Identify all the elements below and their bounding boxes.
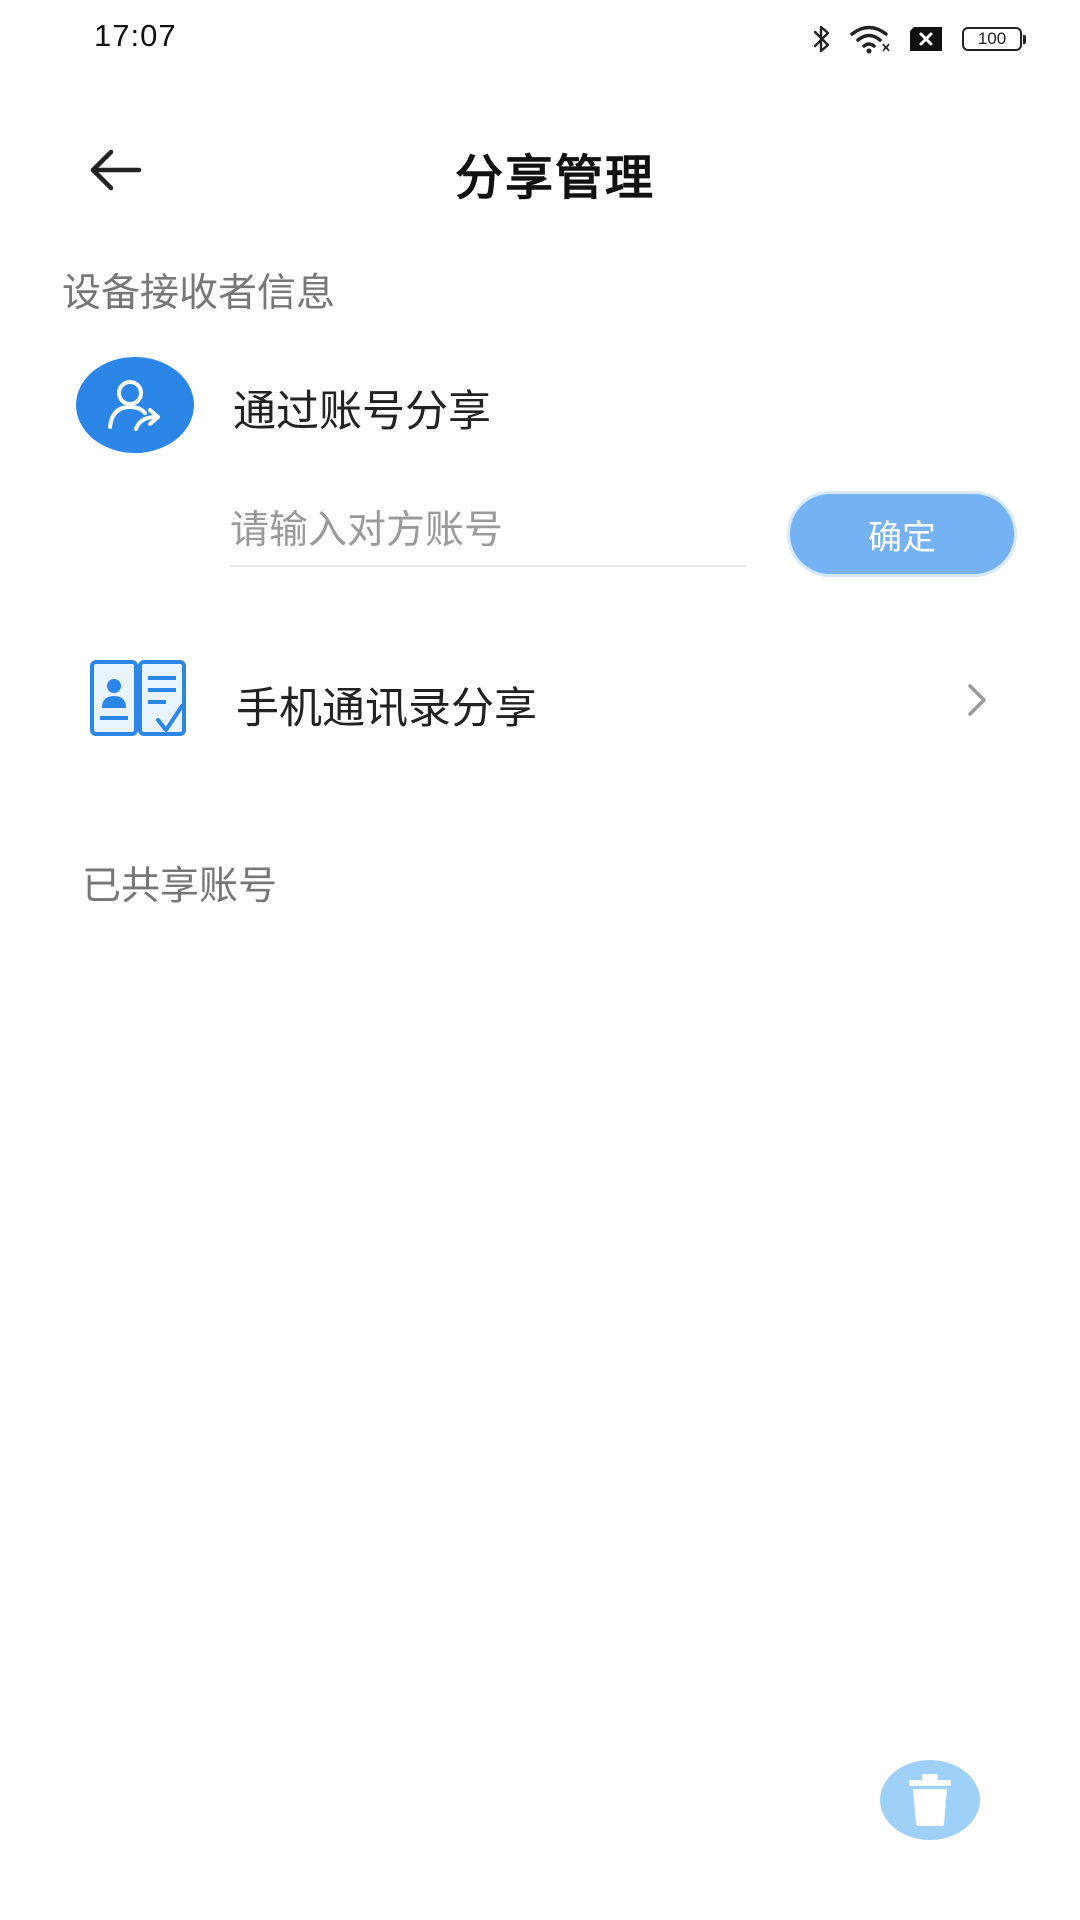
- receiver-section-title: 设备接收者信息: [62, 271, 336, 316]
- page-title: 分享管理: [454, 150, 655, 206]
- status-icons: 100: [812, 22, 1026, 56]
- shared-accounts-title: 已共享账号: [82, 864, 278, 909]
- confirm-button[interactable]: 确定: [787, 491, 1017, 577]
- contacts-book-icon: [90, 660, 186, 736]
- chevron-right-icon: [968, 684, 986, 716]
- bluetooth-icon: [812, 24, 832, 54]
- status-bar: 17:07 100: [0, 0, 1080, 80]
- account-share-label: 通过账号分享: [233, 387, 491, 437]
- header: 分享管理: [0, 120, 1080, 220]
- delete-button[interactable]: [880, 1760, 980, 1840]
- contacts-share-label: 手机通讯录分享: [236, 684, 537, 734]
- sim-off-icon: [908, 26, 944, 52]
- battery-icon: 100: [962, 27, 1026, 51]
- contacts-share-row[interactable]: 手机通讯录分享: [0, 640, 1080, 760]
- user-share-icon: [76, 357, 194, 453]
- trash-icon: [909, 1774, 951, 1826]
- status-time: 17:07: [94, 18, 177, 53]
- account-input[interactable]: [230, 495, 746, 567]
- account-share-row: 通过账号分享: [0, 355, 1080, 455]
- wifi-icon: [850, 24, 890, 54]
